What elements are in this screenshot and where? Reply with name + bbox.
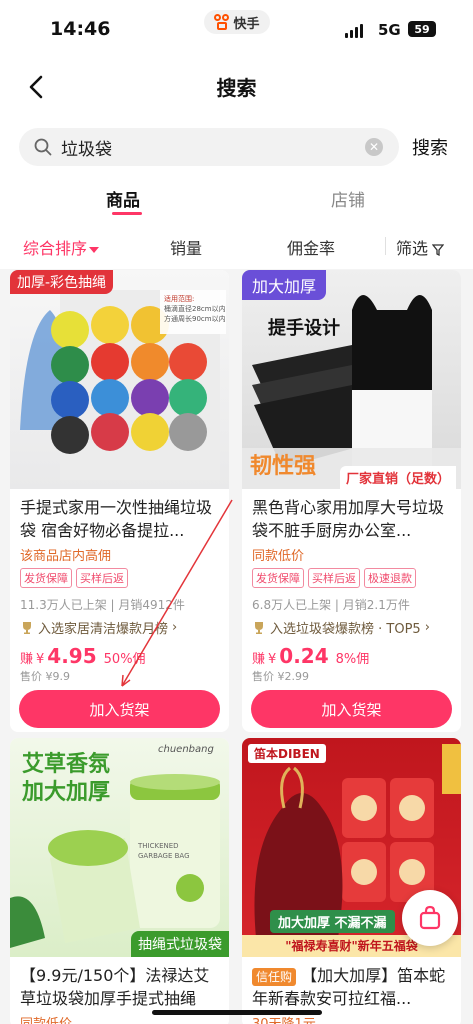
product-title[interactable]: 黑色背心家用加厚大号垃圾袋不脏手厨房办公室...	[252, 496, 455, 542]
chevron-right-icon: ›	[424, 620, 430, 635]
image-caption: THICKENED	[138, 842, 179, 850]
kuaishou-logo-icon	[214, 14, 230, 30]
service-tag: 买样后返	[76, 568, 128, 588]
product-badge: 加厚-彩色抽绳	[10, 270, 114, 294]
sort-default-label: 综合排序	[23, 239, 88, 258]
product-badge: 加大加厚	[242, 270, 327, 300]
tab-products[interactable]: 商品	[106, 186, 140, 211]
sort-sales[interactable]: 销量	[170, 235, 202, 259]
signal-icon	[345, 24, 363, 38]
network-type: 5G	[378, 21, 401, 39]
earn-currency: ¥	[268, 652, 277, 667]
service-tag: 发货保障	[252, 568, 304, 588]
earn-amount: 0.24	[279, 644, 329, 668]
image-caption: 韧性强	[250, 454, 317, 479]
commission-rate: 8%佣	[335, 652, 370, 667]
floating-cart-button[interactable]	[402, 890, 458, 946]
image-caption: 加大加厚	[22, 780, 111, 805]
status-time: 14:46	[50, 18, 111, 40]
earn-label: 赚	[20, 652, 34, 667]
product-card[interactable]: 加大加厚 提手设计 韧性强 厂家直销（足数） 黑色背心家用加厚大号垃圾袋不脏手厨…	[242, 270, 461, 732]
trophy-icon	[23, 621, 31, 634]
tab-shops[interactable]: 店铺	[331, 186, 365, 211]
search-input[interactable]	[61, 134, 341, 160]
image-note: 适用范围: 桶滴直径28cm以内 方通周长90cm以内	[164, 294, 226, 324]
service-tag: 极速退款	[364, 568, 416, 588]
sort-commission[interactable]: 佣金率	[287, 235, 335, 259]
product-card[interactable]: 加厚-彩色抽绳 适用范围: 桶滴直径28cm以内 方通周长90cm以内 手提式家…	[10, 270, 229, 732]
trust-badge: 信任购	[252, 967, 297, 986]
tab-active-indicator	[112, 212, 142, 215]
add-to-shelf-button[interactable]: 加入货架	[19, 690, 220, 728]
product-stats: 11.3万人已上架 | 月销4912件	[20, 598, 185, 612]
product-image[interactable]: 艾草香氛 加大加厚 chuenbang THICKENED GARBAGE BA…	[10, 738, 229, 957]
ranking-label: 入选家居清洁爆款月榜	[38, 622, 169, 637]
earn-label: 赚	[252, 652, 266, 667]
result-tabs: 商品 店铺	[0, 178, 473, 223]
product-stats: 6.8万人已上架 | 月销2.1万件	[252, 598, 410, 612]
service-tags: 发货保障 买样后返	[20, 568, 128, 588]
search-icon	[34, 138, 52, 156]
add-to-shelf-button[interactable]: 加入货架	[251, 690, 452, 728]
ranking-link[interactable]: 入选垃圾袋爆款榜 · TOP5 ›	[252, 618, 430, 637]
product-image[interactable]: 加厚-彩色抽绳 适用范围: 桶滴直径28cm以内 方通周长90cm以内	[10, 270, 229, 489]
image-caption: 加大加厚 不漏不漏	[270, 910, 395, 933]
sort-divider	[385, 237, 386, 255]
home-indicator	[152, 1010, 322, 1015]
product-title[interactable]: 手提式家用一次性抽绳垃圾袋 宿舍好物必备提拉...	[20, 496, 223, 542]
product-highlight: 该商品店内高佣	[20, 549, 112, 564]
search-row: ✕ 搜索	[0, 118, 473, 178]
image-caption: GARBAGE BAG	[138, 852, 190, 860]
product-title[interactable]: 信任购 【加大加厚】笛本蛇年新春款安可拉红福...	[252, 964, 455, 1010]
product-highlight: 同款低价	[252, 549, 305, 564]
caret-down-icon	[89, 246, 100, 253]
search-box[interactable]: ✕	[19, 128, 399, 166]
earn-row: 赚 ¥ 0.24 8%佣	[252, 644, 369, 668]
image-caption: 厂家直销（足数）	[340, 466, 457, 489]
service-tag: 买样后返	[308, 568, 360, 588]
image-brand: chuenbang	[158, 744, 214, 755]
page-title: 搜索	[216, 76, 257, 100]
status-bar: 14:46 快手 5G 59	[0, 0, 473, 60]
nav-bar: 搜索	[0, 60, 473, 118]
ranking-label: 入选垃圾袋爆款榜 · TOP5	[270, 622, 421, 637]
image-caption: 抽绳式垃圾袋	[131, 931, 229, 957]
filter-label: 筛选	[396, 239, 429, 258]
product-card[interactable]: 艾草香氛 加大加厚 chuenbang THICKENED GARBAGE BA…	[10, 738, 229, 1024]
image-note-line: 方通周长90cm以内	[164, 315, 226, 323]
image-note-line: 桶滴直径28cm以内	[164, 305, 226, 313]
search-button[interactable]: 搜索	[412, 134, 448, 160]
trophy-icon	[255, 621, 263, 634]
product-image[interactable]: 加大加厚 提手设计 韧性强 厂家直销（足数）	[242, 270, 461, 489]
image-note-title: 适用范围:	[164, 295, 195, 303]
shopping-bag-icon	[419, 905, 441, 930]
commission-rate: 50%佣	[103, 652, 146, 667]
service-tag: 发货保障	[20, 568, 72, 588]
battery-icon: 59	[408, 21, 436, 37]
earn-amount: 4.95	[47, 644, 97, 668]
filter-button[interactable]: 筛选	[396, 235, 445, 259]
chevron-right-icon: ›	[172, 620, 178, 635]
sort-bar: 综合排序 销量 佣金率 筛选	[0, 223, 473, 269]
service-tags: 发货保障 买样后返 极速退款	[252, 568, 416, 588]
sale-price: 售价 ¥9.9	[20, 670, 70, 683]
product-highlight: 同款低价	[20, 1013, 72, 1024]
earn-row: 赚 ¥ 4.95 50%佣	[20, 644, 146, 668]
product-title[interactable]: 【9.9元/150个】法禄达艾草垃圾袋加厚手提式抽绳	[20, 964, 223, 1010]
battery-level: 59	[414, 22, 430, 36]
sort-default[interactable]: 综合排序	[23, 235, 100, 259]
app-indicator-pill[interactable]: 快手	[204, 10, 270, 34]
sale-price: 售价 ¥2.99	[252, 670, 309, 683]
product-card[interactable]: 笛本DIBEN 加大加厚 不漏不漏 "福禄寿喜财"新年五福袋 信任购 【加大加厚…	[242, 738, 461, 1024]
image-caption: 提手设计	[268, 318, 340, 339]
ranking-link[interactable]: 入选家居清洁爆款月榜 ›	[20, 618, 177, 637]
filter-icon	[432, 243, 445, 256]
image-brand: 笛本DIBEN	[248, 744, 326, 763]
clear-icon[interactable]: ✕	[365, 138, 383, 156]
app-name: 快手	[233, 16, 260, 32]
earn-currency: ¥	[36, 652, 45, 667]
